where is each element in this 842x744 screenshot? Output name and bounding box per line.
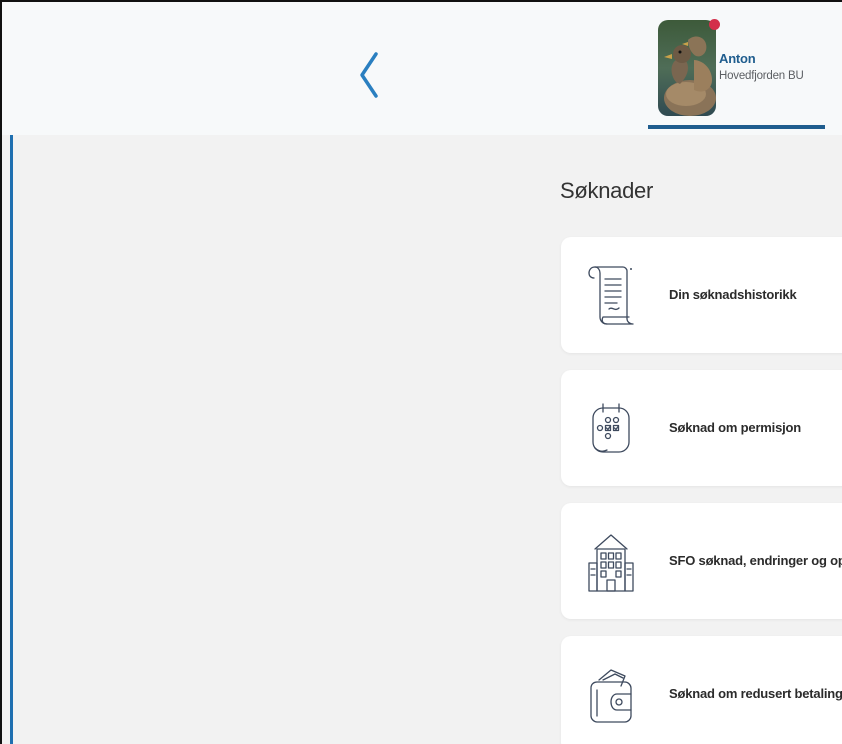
chevron-left-icon (360, 52, 378, 98)
profile-name: Anton (719, 51, 756, 66)
card-application-history[interactable]: Din søknadshistorikk (561, 237, 842, 353)
scroll-icon (588, 266, 634, 325)
top-header: Anton Hovedfjorden BU (2, 2, 842, 135)
profile-unit: Hovedfjorden BU (719, 70, 804, 82)
accent-bar (10, 135, 13, 744)
avatar (658, 20, 716, 116)
active-profile-indicator (648, 125, 825, 129)
card-label: SFO søknad, endringer og op (669, 553, 842, 568)
page-title: Søknader (560, 178, 653, 203)
back-button[interactable] (354, 50, 384, 100)
card-label: Din søknadshistorikk (669, 287, 797, 302)
wallet-icon (590, 669, 632, 723)
school-building-icon (588, 534, 634, 592)
calendar-icon (592, 403, 630, 453)
card-reduced-payment[interactable]: Søknad om redusert betaling (561, 636, 842, 744)
card-label: Søknad om permisjon (669, 420, 802, 435)
main-content: Søknader Din søknadshistorikk Søknad om … (2, 135, 842, 744)
notification-dot (709, 19, 720, 30)
app-frame: Anton Hovedfjorden BU Søknader Din søkna… (0, 0, 842, 744)
card-leave-application[interactable]: Søknad om permisjon (561, 370, 842, 486)
card-label: Søknad om redusert betaling (669, 686, 842, 701)
card-sfo-application[interactable]: SFO søknad, endringer og op (561, 503, 842, 619)
profile-switcher[interactable]: Anton Hovedfjorden BU (648, 14, 842, 130)
